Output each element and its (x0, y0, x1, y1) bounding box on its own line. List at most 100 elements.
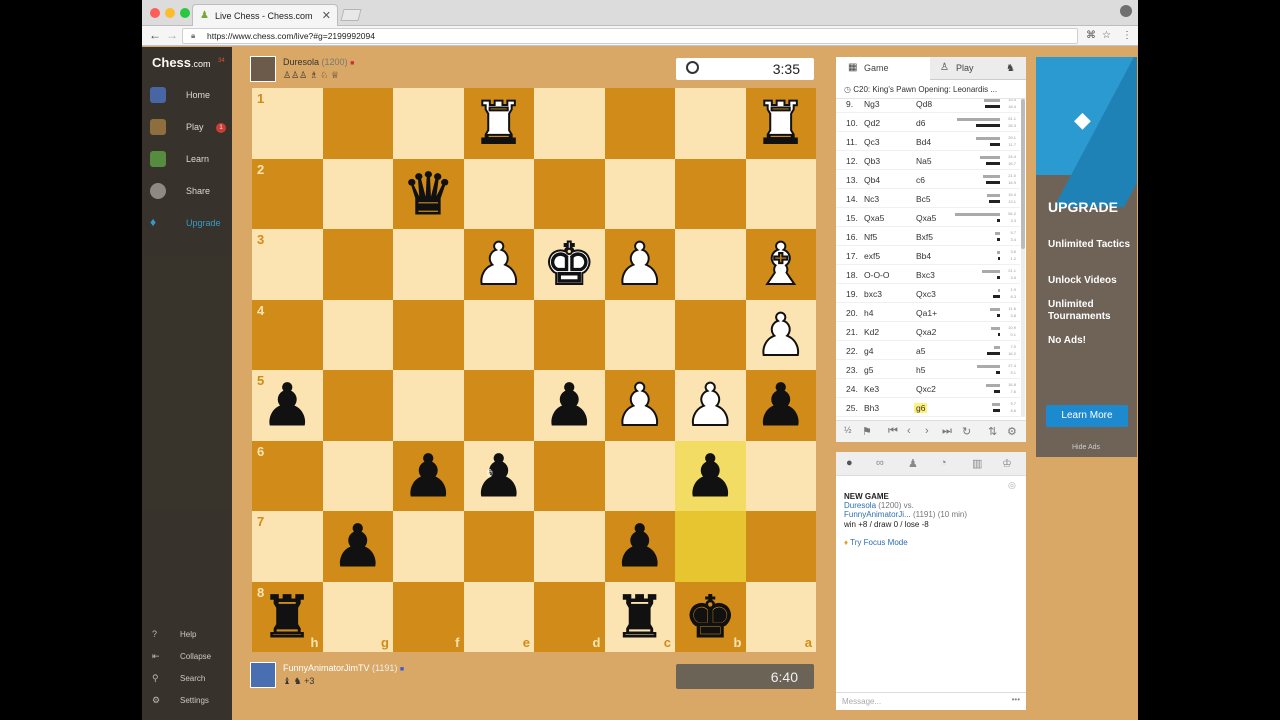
square-g3[interactable] (322, 229, 393, 300)
square-e7[interactable] (463, 511, 534, 582)
black-player-link[interactable]: FunnyAnimatorJi... (844, 510, 911, 519)
black-rook-icon[interactable]: ♜ (605, 582, 676, 653)
white-move[interactable]: Nc3 (864, 194, 879, 204)
opening-name[interactable]: ◷ C20: King's Pawn Opening: Leonardis ..… (836, 81, 1026, 99)
black-pawn-icon[interactable]: ♟ (534, 370, 605, 441)
forward-arrow-icon[interactable]: → (166, 28, 178, 42)
square-h4[interactable]: 4 (252, 299, 323, 370)
new-tab-button[interactable] (340, 9, 362, 21)
square-h2[interactable]: 2 (252, 158, 323, 229)
black-queen-icon[interactable]: ♛ (393, 159, 464, 230)
black-move[interactable]: Bxc3 (914, 270, 937, 280)
black-move[interactable]: Qxa2 (914, 327, 938, 337)
white-move[interactable]: Qb3 (864, 156, 880, 166)
black-move[interactable]: Qxc2 (914, 384, 938, 394)
black-move[interactable]: Qxa5 (914, 213, 938, 223)
square-d1[interactable] (534, 88, 605, 159)
white-move[interactable]: bxc3 (864, 289, 882, 299)
people-icon[interactable]: ♟ (908, 457, 918, 470)
avatar[interactable] (250, 662, 276, 688)
tab-play[interactable]: ♙ Play (930, 57, 1000, 80)
next-move-icon[interactable]: › (925, 425, 929, 437)
draw-offer-button[interactable]: ½ (844, 425, 852, 435)
square-d4[interactable] (534, 299, 605, 370)
square-a7[interactable] (745, 511, 816, 582)
square-d2[interactable] (534, 158, 605, 229)
white-bishop-icon[interactable]: ♝ (746, 229, 817, 300)
flip-board-icon[interactable]: ⇅ (988, 425, 997, 438)
black-pawn-icon[interactable]: ♟ (605, 511, 676, 582)
chat-icon[interactable]: ● (846, 457, 853, 469)
square-e2[interactable] (463, 158, 534, 229)
focus-mode-link[interactable]: ♦ Try Focus Mode (844, 538, 1020, 547)
square-g1[interactable] (322, 88, 393, 159)
sidebar-item-learn[interactable]: Learn (150, 151, 230, 169)
learn-more-button[interactable]: Learn More (1046, 405, 1128, 427)
square-f3[interactable] (393, 229, 464, 300)
last-move-icon[interactable]: ⏭ (942, 425, 952, 438)
trophy-icon[interactable]: ♔ (1002, 457, 1012, 470)
back-arrow-icon[interactable]: ← (149, 28, 161, 42)
square-d7[interactable] (534, 511, 605, 582)
translate-icon[interactable]: ⌘ (1086, 30, 1096, 41)
square-d8[interactable]: d (534, 581, 605, 652)
tab-game[interactable]: ▦ Game (836, 57, 930, 80)
square-f7[interactable] (393, 511, 464, 582)
black-move[interactable]: Bc5 (914, 194, 933, 204)
black-move[interactable]: g6 (914, 403, 928, 413)
sidebar-item-share[interactable]: Share (150, 183, 230, 201)
square-a2[interactable] (745, 158, 816, 229)
square-c6[interactable] (604, 440, 675, 511)
square-b7[interactable] (675, 511, 746, 582)
square-f4[interactable] (393, 299, 464, 370)
stats-icon[interactable]: ▥ (972, 457, 982, 470)
first-move-icon[interactable]: ⏮ (888, 425, 898, 438)
collapse-link[interactable]: ⇤ Collapse (152, 651, 230, 665)
resign-flag-icon[interactable]: ⚑ (862, 425, 872, 438)
black-move[interactable]: h5 (914, 365, 927, 375)
black-move[interactable]: Bxf5 (914, 232, 935, 242)
white-player-link[interactable]: Duresola (844, 501, 876, 510)
black-move[interactable]: c6 (914, 175, 927, 185)
white-move[interactable]: exf5 (864, 251, 880, 261)
square-a8[interactable]: a (745, 581, 816, 652)
white-move[interactable]: Bh3 (864, 403, 879, 413)
sidebar-item-home[interactable]: Home (150, 87, 230, 105)
white-pawn-icon[interactable]: ♟ (605, 370, 676, 441)
square-e8[interactable]: e (463, 581, 534, 652)
white-move[interactable]: Kd2 (864, 327, 879, 337)
address-input[interactable]: 🔒︎ https://www.chess.com/live?#g=2199992… (182, 28, 1078, 44)
white-move[interactable]: g5 (864, 365, 873, 375)
chat-settings-icon[interactable]: ◎ (1008, 480, 1016, 491)
square-h3[interactable]: 3 (252, 229, 323, 300)
square-b1[interactable] (675, 88, 746, 159)
square-e5[interactable] (463, 370, 534, 441)
square-g2[interactable] (322, 158, 393, 229)
black-king-icon[interactable]: ♚ (675, 582, 746, 653)
white-rook-icon[interactable]: ♜ (464, 88, 535, 159)
black-pawn-icon[interactable]: ♟ (393, 441, 464, 512)
black-move[interactable]: Qxc3 (914, 289, 938, 299)
black-pawn-icon[interactable]: ♟ (323, 511, 394, 582)
square-g5[interactable] (322, 370, 393, 441)
tab-explore[interactable]: ♞ (1000, 57, 1026, 80)
avatar[interactable] (250, 56, 276, 82)
profile-icon[interactable] (1120, 5, 1132, 17)
white-move[interactable]: Qb4 (864, 175, 880, 185)
menu-icon[interactable]: ⋮ (1122, 30, 1132, 41)
white-move[interactable]: Nf5 (864, 232, 877, 242)
white-move[interactable]: Qc3 (864, 137, 880, 147)
square-c1[interactable] (604, 88, 675, 159)
square-g6[interactable] (322, 440, 393, 511)
chess-logo[interactable]: Chess.com (152, 55, 211, 70)
black-move[interactable]: a5 (914, 346, 927, 356)
black-rook-icon[interactable]: ♜ (252, 582, 323, 653)
white-move[interactable]: Qxa5 (864, 213, 884, 223)
sidebar-item-upgrade[interactable]: ♦ Upgrade (150, 215, 230, 233)
help-link[interactable]: ? Help (152, 629, 230, 643)
black-pawn-icon[interactable]: ♟ (252, 370, 323, 441)
message-input[interactable]: Message... ••• (836, 692, 1026, 710)
white-move[interactable]: Qd2 (864, 118, 880, 128)
binoculars-icon[interactable]: ∞ (876, 457, 884, 469)
square-h6[interactable]: 6 (252, 440, 323, 511)
